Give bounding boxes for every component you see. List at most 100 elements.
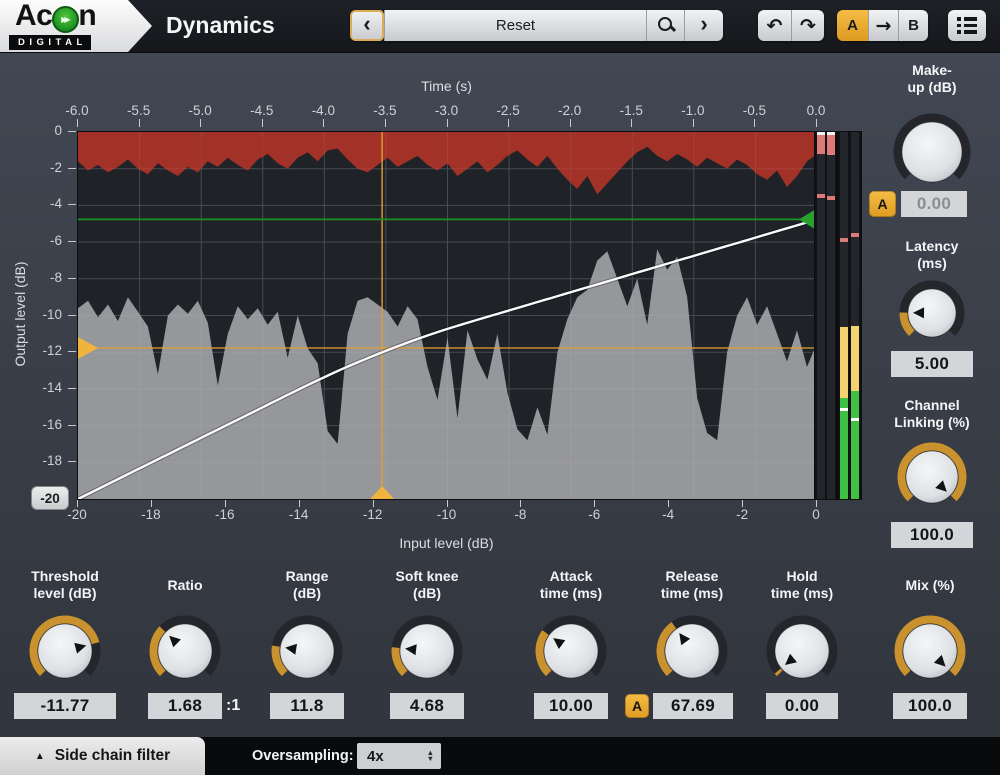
makeup-label: Make-up (dB) [857,60,1000,98]
release-value[interactable]: 67.69 [653,693,733,719]
output-tick-label: -2 [30,160,62,175]
dynamics-plot[interactable] [78,132,817,499]
mix-knob-holder [892,613,968,689]
ab-b-button[interactable]: B [898,10,928,41]
mix-knob-face[interactable] [903,624,957,678]
time-tick-mark [139,119,140,127]
time-axis-title: Time (s) [387,78,507,94]
side-chain-filter-label: Side chain filter [55,747,170,765]
output-tick-mark [68,351,76,352]
time-tick-label: 0.0 [794,103,838,118]
attack-value[interactable]: 10.00 [534,693,608,719]
output-tick-mark [68,204,76,205]
preset-next-button[interactable]: › [684,10,723,41]
channel-linking-knob-face[interactable] [906,451,958,503]
makeup-knob-face[interactable] [902,122,962,182]
makeup-knob[interactable] [891,111,973,193]
input-tick-label: -6 [572,507,616,522]
preset-prev-button[interactable]: ‹ [350,10,384,41]
threshold-knob-face[interactable] [38,624,92,678]
time-tick-label: -4.0 [301,103,345,118]
mix-label: Mix (%) [855,566,1000,604]
release-auto-button[interactable]: A [625,694,649,718]
attack-knob-face[interactable] [544,624,598,678]
time-tick-mark [754,119,755,127]
ratio-knob-holder [147,613,223,689]
time-tick-mark [570,119,571,127]
output-tick-label: -6 [30,233,62,248]
output-tick-mark [68,131,76,132]
level-yellow-fill [840,327,848,399]
hold-knob-face[interactable] [775,624,829,678]
channel-linking-value[interactable]: 100.0 [891,522,973,548]
preset-name-field[interactable]: Reset [384,10,646,41]
menu-button[interactable] [948,10,986,41]
channel-linking-knob[interactable] [895,440,969,514]
input-tick-mark [742,500,743,507]
release-knob[interactable] [654,613,730,689]
preset-bar: ‹ Reset › [350,10,723,41]
threshold-knob[interactable] [27,613,103,689]
range-value[interactable]: 11.8 [270,693,344,719]
mix-value[interactable]: 100.0 [893,693,967,719]
side-chain-filter-toggle[interactable]: ▲ Side chain filter [0,737,205,775]
level-meter-bar [851,132,859,499]
time-tick-label: -2.5 [486,103,530,118]
time-tick-label: -5.0 [178,103,222,118]
range-zoom-badge[interactable]: -20 [31,486,69,510]
latency-knob-holder [897,278,967,348]
gr-meter-bar [827,132,835,499]
output-tick-label: 0 [30,123,62,138]
ab-a-button[interactable]: A [837,10,868,41]
time-tick-label: -0.5 [732,103,776,118]
input-tick-label: -2 [720,507,764,522]
ratio-knob[interactable] [147,613,223,689]
latency-value[interactable]: 5.00 [891,351,973,377]
ratio-value[interactable]: 1.68 [148,693,222,719]
soft-knee-knob-face[interactable] [400,624,454,678]
input-tick-label: -8 [498,507,542,522]
time-tick-mark [508,119,509,127]
output-tick-label: -16 [30,417,62,432]
output-tick-mark [68,168,76,169]
output-tick-label: -12 [30,343,62,358]
range-knob[interactable] [269,613,345,689]
output-axis-title: Output level (dB) [12,249,28,379]
latency-knob[interactable] [897,278,967,348]
level-green-fill [840,398,848,499]
page-title: Dynamics [166,12,275,39]
output-tick-mark [68,278,76,279]
output-level-meter [837,131,862,500]
hold-value[interactable]: 0.00 [766,693,838,719]
range-knob-face[interactable] [280,624,334,678]
redo-button[interactable]: ↷ [791,10,824,41]
soft-knee-value[interactable]: 4.68 [390,693,464,719]
time-tick-mark [323,119,324,127]
release-knob-face[interactable] [665,624,719,678]
brand-name: Ac▶▶n [15,0,96,33]
output-tick-label: -14 [30,380,62,395]
attack-knob[interactable] [533,613,609,689]
dynamics-plugin-window: { "header": { "brand_name": "Acon", "bra… [0,0,1000,775]
output-tick-mark [68,461,76,462]
ratio-knob-face[interactable] [158,624,212,678]
header-bar: Ac▶▶n DIGITAL Dynamics ‹ Reset › ↶ ↷ A →… [0,0,1000,53]
makeup-value[interactable]: 0.00 [901,191,967,217]
gain-reduction-meter [814,131,837,500]
oversampling-select[interactable]: 4x ▲▼ [357,743,441,769]
time-tick-label: -3.5 [363,103,407,118]
plot-area[interactable] [77,131,818,500]
input-tick-mark [225,500,226,507]
threshold-value[interactable]: -11.77 [14,693,116,719]
mix-knob[interactable] [892,613,968,689]
makeup-auto-button[interactable]: A [869,191,896,217]
hold-knob[interactable] [764,613,840,689]
preset-search-button[interactable] [646,10,684,41]
ab-copy-button[interactable]: → [868,10,898,41]
time-tick-mark [77,119,78,127]
soft-knee-knob[interactable] [389,613,465,689]
input-axis-title: Input level (dB) [377,535,517,551]
search-icon [658,17,672,31]
time-tick-label: -5.5 [117,103,161,118]
undo-button[interactable]: ↶ [758,10,791,41]
